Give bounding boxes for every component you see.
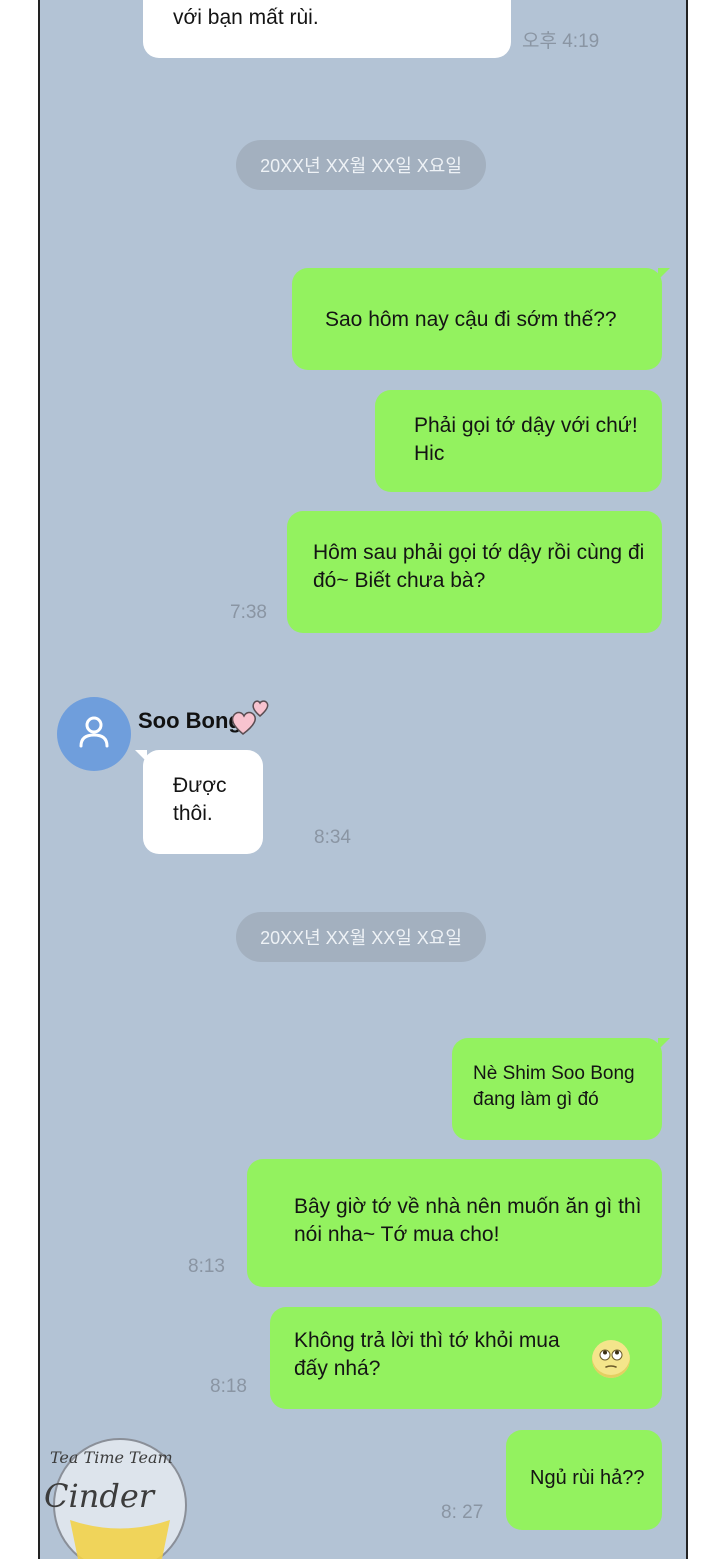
message-time: 8: 27 — [441, 1502, 484, 1523]
message-time: 8:18 — [210, 1376, 247, 1397]
message-text: Sao hôm nay cậu đi sớm thế?? — [325, 308, 617, 331]
date-separator: 20XX년 XX월 XX일 X요일 — [236, 140, 486, 190]
message-time: 8:34 — [314, 827, 351, 848]
sender-name: Soo Bong — [138, 708, 242, 733]
message-text: Ngủ rùi hả?? — [530, 1467, 645, 1489]
message-bubble[interactable]: Sao hôm nay cậu đi sớm thế?? — [292, 268, 670, 370]
message-bubble[interactable]: Nè Shim Soo Bong đang làm gì đó — [452, 1038, 670, 1140]
svg-text:Tea Time Team: Tea Time Team — [50, 1448, 173, 1467]
message-bubble[interactable]: Phải gọi tớ dậy với chứ! Hic — [375, 390, 662, 492]
message-text: Nè Shim Soo Bong đang làm gì đó — [473, 1063, 635, 1110]
message-time: 8:13 — [188, 1256, 225, 1277]
message-text: Phải gọi tớ dậy với chứ! Hic — [414, 414, 638, 465]
message-text: với bạn mất rùi. — [173, 6, 319, 29]
message-time: 7:38 — [230, 602, 267, 623]
avatar[interactable] — [57, 697, 131, 771]
rolling-eyes-emoji-icon — [592, 1340, 630, 1378]
message-bubble[interactable]: Bây giờ tớ về nhà nên muốn ăn gì thì nói… — [247, 1159, 662, 1287]
message-text: Không trả lời thì tớ khỏi mua đấy nhá? — [294, 1329, 560, 1380]
message-time: 오후 4:19 — [522, 31, 600, 52]
message-text: Hôm sau phải gọi tớ dậy rồi cùng đi đó~ … — [313, 541, 645, 592]
message-bubble[interactable]: Hôm sau phải gọi tớ dậy rồi cùng đi đó~ … — [287, 511, 662, 633]
message-bubble[interactable]: Ngủ rùi hả?? — [506, 1430, 662, 1530]
watermark-logo: Tea Time Team Cinder — [30, 1425, 220, 1564]
person-icon — [79, 716, 109, 748]
message-bubble[interactable]: Được thôi. — [135, 750, 263, 854]
message-text: Bây giờ tớ về nhà nên muốn ăn gì thì nói… — [294, 1195, 642, 1246]
message-bubble[interactable]: với bạn mất rùi. — [143, 0, 511, 58]
hearts-icon — [231, 700, 269, 735]
date-separator: 20XX년 XX월 XX일 X요일 — [236, 912, 486, 962]
svg-text:Cinder: Cinder — [44, 1477, 156, 1515]
message-text: Được thôi. — [173, 774, 227, 825]
